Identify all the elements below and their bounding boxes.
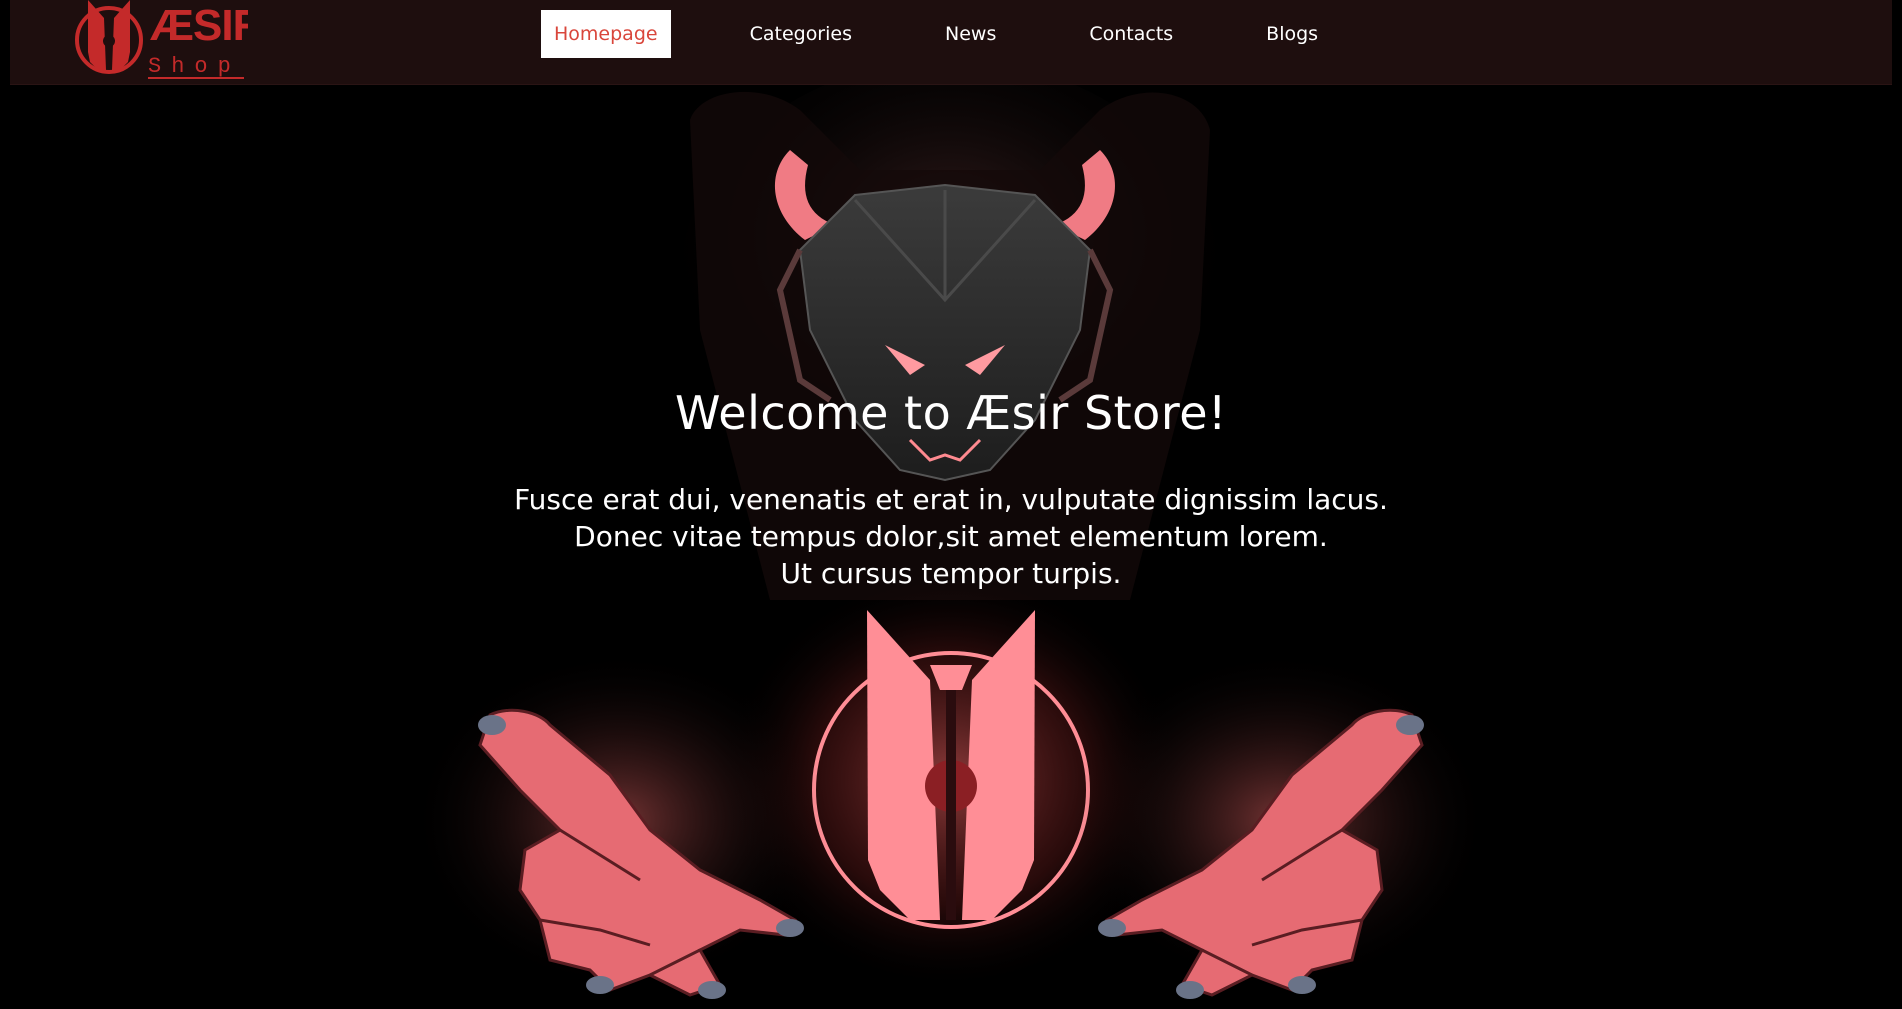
nav-contacts[interactable]: Contacts bbox=[1076, 10, 1186, 58]
hero-line-2: Donec vitae tempus dolor,sit amet elemen… bbox=[574, 520, 1328, 553]
hero-section: Welcome to Æsir Store! Fusce erat dui, v… bbox=[0, 385, 1902, 592]
hero-description: Fusce erat dui, venenatis et erat in, vu… bbox=[0, 481, 1902, 592]
hero-title: Welcome to Æsir Store! bbox=[675, 386, 1227, 440]
nav-news[interactable]: News bbox=[932, 10, 1009, 58]
logo-subtext: Shop bbox=[148, 54, 241, 79]
nav-homepage[interactable]: Homepage bbox=[541, 10, 671, 58]
top-navbar: ÆSIR Shop Homepage Categories News Conta… bbox=[10, 0, 1892, 85]
page: ÆSIR Shop Homepage Categories News Conta… bbox=[0, 0, 1902, 1009]
emblem-spine bbox=[946, 690, 956, 920]
logo-text: ÆSIR bbox=[150, 1, 248, 50]
hero-line-1: Fusce erat dui, venenatis et erat in, vu… bbox=[514, 483, 1388, 516]
aesir-shop-logo[interactable]: ÆSIR Shop bbox=[68, 0, 248, 82]
hero-line-3: Ut cursus tempor turpis. bbox=[780, 557, 1122, 590]
main-nav: Homepage Categories News Contacts Blogs bbox=[541, 10, 1398, 58]
nav-categories[interactable]: Categories bbox=[737, 10, 865, 58]
logo-core bbox=[103, 35, 115, 47]
nav-blogs[interactable]: Blogs bbox=[1253, 10, 1331, 58]
